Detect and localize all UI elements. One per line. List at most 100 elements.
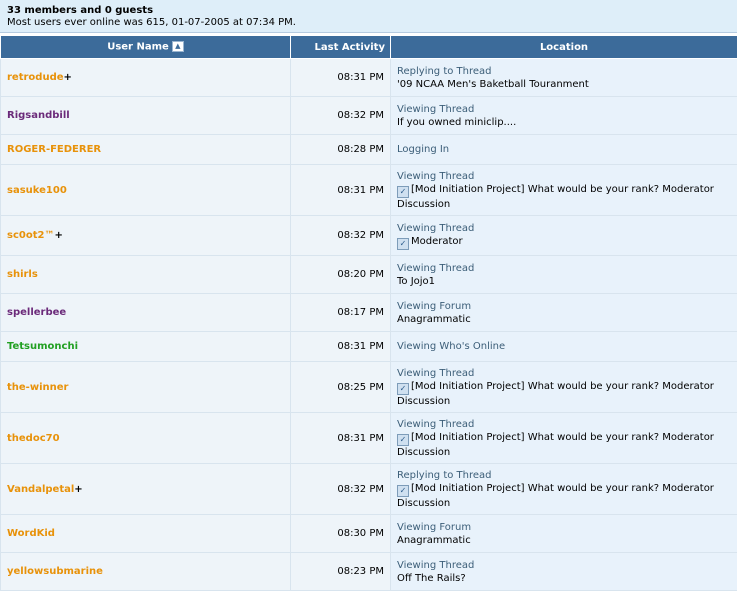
username-link[interactable]: the-winner	[7, 382, 68, 393]
user-cell: Rigsandbill	[0, 96, 291, 135]
thread-link[interactable]: [Mod Initiation Project] What would be y…	[397, 381, 714, 407]
last-activity-cell: 08:31 PM	[290, 164, 391, 216]
user-plus-marker: +	[74, 483, 83, 495]
location-thread: '09 NCAA Men's Baketball Touranment	[397, 78, 737, 91]
last-activity-cell: 08:32 PM	[290, 463, 391, 515]
thread-link[interactable]: '09 NCAA Men's Baketball Touranment	[397, 79, 589, 90]
table-row: sasuke100 08:31 PM Viewing Thread ✓ [Mod Ini…	[0, 164, 737, 216]
table-row: sc0ot2™+ 08:32 PM Viewing Thread ✓ Moderator	[0, 215, 737, 256]
last-activity-cell: 08:28 PM	[290, 134, 391, 165]
username-link[interactable]: sc0ot2™	[7, 230, 54, 241]
table-row: Tetsumonchi 08:31 PM Viewing Who's Online	[0, 331, 737, 362]
location-cell: Viewing Forum Anagrammatic	[390, 514, 737, 553]
location-thread: Off The Rails?	[397, 572, 737, 585]
last-activity-cell: 08:25 PM	[290, 361, 391, 413]
last-activity-cell: 08:17 PM	[290, 293, 391, 332]
username-link[interactable]: sasuke100	[7, 185, 67, 196]
username-link[interactable]: shirls	[7, 269, 38, 280]
thread-checkbox-icon: ✓	[397, 433, 409, 446]
location-thread: Anagrammatic	[397, 313, 737, 326]
location-action: Viewing Forum	[397, 300, 472, 312]
location-cell: Viewing Thread ✓ [Mod Initiation Project] …	[390, 361, 737, 413]
username-link[interactable]: WordKid	[7, 528, 55, 539]
thread-link[interactable]: [Mod Initiation Project] What would be y…	[397, 483, 714, 509]
location-action: Replying to Thread	[397, 65, 492, 77]
thread-checkbox-icon: ✓	[397, 382, 409, 395]
last-activity-cell: 08:31 PM	[290, 331, 391, 362]
last-activity-cell: 08:20 PM	[290, 255, 391, 294]
location-action: Viewing Forum	[397, 521, 472, 533]
username-link[interactable]: spellerbee	[7, 307, 66, 318]
last-activity-cell: 08:31 PM	[290, 58, 391, 97]
location-cell: Viewing Thread ✓ [Mod Initiation Project] …	[390, 164, 737, 216]
username-link[interactable]: yellowsubmarine	[7, 566, 103, 577]
last-activity-cell: 08:31 PM	[290, 412, 391, 464]
thread-link[interactable]: [Mod Initiation Project] What would be y…	[397, 184, 714, 210]
table-row: yellowsubmarine 08:23 PM Viewing Thread Off…	[0, 552, 737, 591]
location-thread: Anagrammatic	[397, 534, 737, 547]
username-link[interactable]: retrodude	[7, 72, 64, 83]
column-user-name[interactable]: User Name ▲	[0, 35, 291, 59]
location-cell: Viewing Thread ✓ Moderator	[390, 215, 737, 256]
thread-checkbox-icon: ✓	[397, 185, 409, 198]
members-guests-count: 33 members and 0 guests	[7, 5, 154, 16]
location-cell: Viewing Who's Online	[390, 331, 737, 362]
location-action: Viewing Thread	[397, 222, 475, 234]
location-thread: ✓ [Mod Initiation Project] What would be …	[397, 431, 737, 459]
sort-ascending-icon[interactable]: ▲	[171, 41, 184, 53]
thread-link[interactable]: [Mod Initiation Project] What would be y…	[397, 432, 714, 458]
user-plus-marker: +	[63, 72, 72, 83]
column-location-label: Location	[539, 41, 589, 53]
location-cell: Replying to Thread '09 NCAA Men's Baketba…	[390, 58, 737, 97]
thread-link[interactable]: To Jojo1	[397, 276, 435, 287]
thread-link[interactable]: If you owned miniclip....	[397, 117, 516, 128]
thread-link[interactable]: Moderator	[411, 236, 463, 247]
user-cell: spellerbee	[0, 293, 291, 332]
user-cell: yellowsubmarine	[0, 552, 291, 591]
table-row: the-winner 08:25 PM Viewing Thread ✓ [Mod In…	[0, 361, 737, 413]
column-last-activity[interactable]: Last Activity	[290, 35, 391, 59]
location-action: Viewing Thread	[397, 262, 475, 274]
username-link[interactable]: Rigsandbill	[7, 110, 70, 121]
username-link[interactable]: Vandalpetal	[7, 484, 74, 495]
location-thread: ✓ [Mod Initiation Project] What would be …	[397, 380, 737, 408]
user-cell: shirls	[0, 255, 291, 294]
location-thread: ✓ [Mod Initiation Project] What would be …	[397, 183, 737, 211]
table-row: spellerbee 08:17 PM Viewing Forum Anagramma…	[0, 293, 737, 332]
last-activity-cell: 08:32 PM	[290, 215, 391, 256]
username-link[interactable]: ROGER-FEDERER	[7, 144, 101, 155]
location-action: Replying to Thread	[397, 469, 492, 481]
column-user-name-label[interactable]: User Name	[107, 42, 169, 53]
table-row: Vandalpetal+ 08:32 PM Replying to Thread ✓[…	[0, 463, 737, 515]
user-cell: sasuke100	[0, 164, 291, 216]
location-action: Viewing Thread	[397, 170, 475, 182]
table-header-row: User Name ▲ Last Activity Location	[0, 35, 737, 59]
thread-link[interactable]: Anagrammatic	[397, 314, 471, 325]
column-location: Location	[390, 35, 737, 59]
thread-link[interactable]: Off The Rails?	[397, 573, 466, 584]
username-link[interactable]: thedoc70	[7, 433, 60, 444]
user-cell: ROGER-FEDERER	[0, 134, 291, 165]
table-row: retrodude+ 08:31 PM Replying to Thread '09 …	[0, 58, 737, 97]
last-activity-cell: 08:32 PM	[290, 96, 391, 135]
user-cell: retrodude+	[0, 58, 291, 97]
location-thread: ✓ [Mod Initiation Project] What would be …	[397, 482, 737, 510]
user-cell: sc0ot2™+	[0, 215, 291, 256]
table-row: shirls 08:20 PM Viewing Thread To Jojo1	[0, 255, 737, 294]
location-action: Viewing Thread	[397, 103, 475, 115]
column-last-activity-label[interactable]: Last Activity	[315, 42, 385, 53]
most-users-record: Most users ever online was 615, 01-07-20…	[7, 17, 296, 28]
table-row: WordKid 08:30 PM Viewing Forum Anagrammatic	[0, 514, 737, 553]
location-thread: To Jojo1	[397, 275, 737, 288]
thread-checkbox-icon: ✓	[397, 484, 409, 497]
user-cell: the-winner	[0, 361, 291, 413]
thread-link[interactable]: Anagrammatic	[397, 535, 471, 546]
location-cell: Logging In	[390, 134, 737, 165]
last-activity-cell: 08:23 PM	[290, 552, 391, 591]
user-cell: Tetsumonchi	[0, 331, 291, 362]
username-link[interactable]: Tetsumonchi	[7, 341, 78, 352]
table-row: thedoc70 08:31 PM Viewing Thread ✓ [Mod Init…	[0, 412, 737, 464]
location-cell: Viewing Thread Off The Rails?	[390, 552, 737, 591]
location-action: Viewing Thread	[397, 367, 475, 379]
user-cell: WordKid	[0, 514, 291, 553]
